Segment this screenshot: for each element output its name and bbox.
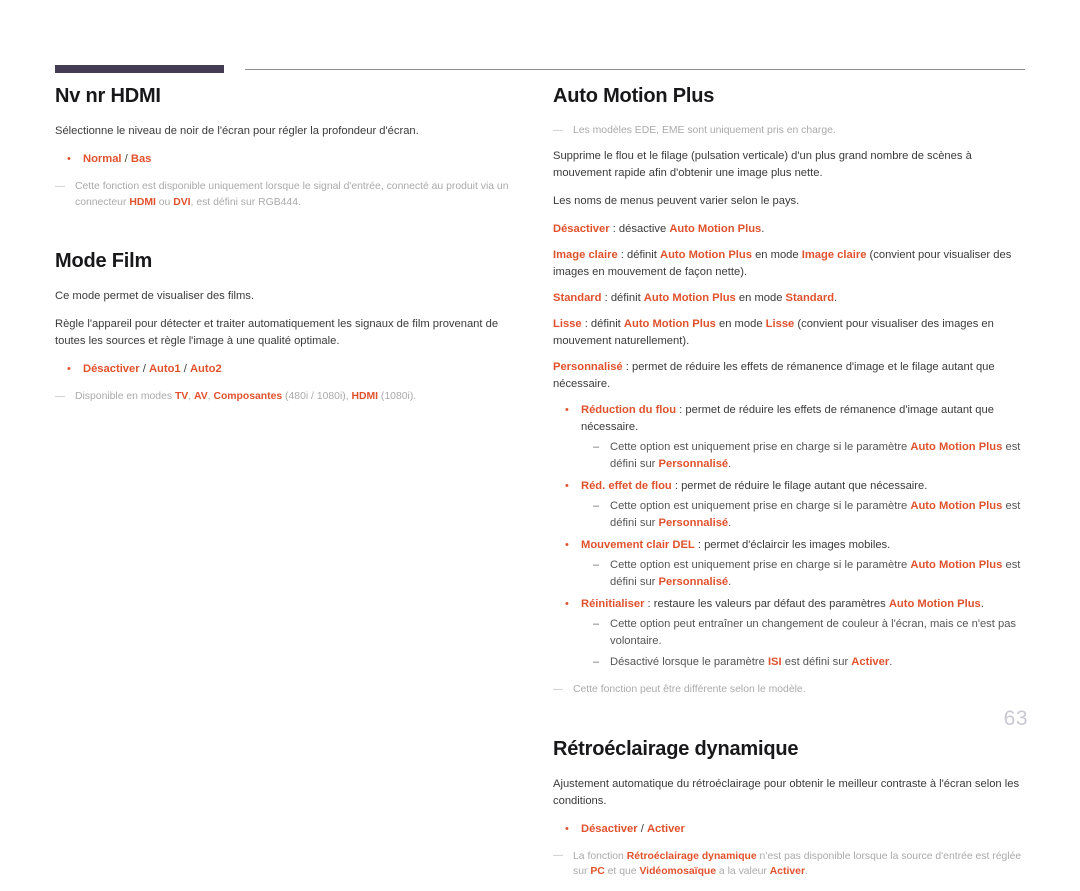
- intro-text: Sélectionne le niveau de noir de l'écran…: [55, 125, 419, 137]
- list-item: Désactiver / Activer: [553, 821, 1023, 838]
- sub-option-label: Réd. effet de flou : permet de réduire l…: [581, 479, 928, 492]
- list-item: Désactivé lorsque le paramètre ISI est d…: [581, 654, 1023, 671]
- sub-note-list: Cette option est uniquement prise en cha…: [581, 439, 1023, 473]
- page-title-mode-film: Mode Film: [55, 250, 153, 273]
- option-values: Désactiver / Auto1 / Auto2: [83, 363, 222, 376]
- mode-description: Standard : définit Auto Motion Plus en m…: [553, 291, 838, 304]
- list-item: Normal / Bas: [55, 151, 525, 168]
- page-number: 63: [1003, 707, 1028, 730]
- section-retroeclairage-dynamique: Rétroéclairage dynamique Ajustement auto…: [553, 737, 1023, 880]
- note-model-difference: Cette fonction peut être différente selo…: [553, 682, 1023, 698]
- list-item: Cette option est uniquement prise en cha…: [581, 498, 1023, 532]
- list-item: Cette option est uniquement prise en cha…: [581, 557, 1023, 591]
- mode-description: Désactiver : désactive Auto Motion Plus.: [553, 222, 765, 235]
- option-values: Désactiver / Activer: [581, 822, 685, 835]
- option-values: Normal / Bas: [83, 153, 152, 166]
- right-column: Auto Motion Plus Les modèles EDE, EME so…: [553, 84, 1023, 891]
- note-supported-models: Les modèles EDE, EME sont uniquement pri…: [553, 123, 1023, 139]
- list-item: Cette option peut entraîner un changemen…: [581, 616, 1023, 650]
- list-item: Réd. effet de flou : permet de réduire l…: [553, 478, 1023, 532]
- note-retroeclairage: La fonction Rétroéclairage dynamique n'e…: [553, 848, 1023, 880]
- mode-description: Lisse : définit Auto Motion Plus en mode…: [553, 317, 994, 347]
- list-item: Mouvement clair DEL : permet d'éclaircir…: [553, 537, 1023, 591]
- two-column-layout: Nv nr HDMI Sélectionne le niveau de noir…: [0, 84, 1080, 891]
- paragraph: Les noms de menus peuvent varier selon l…: [553, 194, 800, 207]
- page-title-nv-nr-hdmi: Nv nr HDMI: [55, 85, 161, 107]
- page-title-retroeclairage: Rétroéclairage dynamique: [553, 737, 799, 760]
- sub-note-list: Cette option est uniquement prise en cha…: [581, 498, 1023, 532]
- page-content: Nv nr HDMI Sélectionne le niveau de noir…: [0, 84, 1080, 891]
- sub-option-list: Réduction du flou : permet de réduire le…: [553, 402, 1023, 671]
- list-item: Réinitialiser : restaure les valeurs par…: [553, 596, 1023, 671]
- sub-option-label: Réinitialiser : restaure les valeurs par…: [581, 597, 984, 610]
- sub-note-list: Cette option est uniquement prise en cha…: [581, 557, 1023, 591]
- section-mode-film: Mode Film Ce mode permet de visualiser d…: [55, 249, 525, 405]
- paragraph: Supprime le flou et le filage (pulsation…: [553, 149, 972, 179]
- note-mode-film: Disponible en modes TV, AV, Composantes …: [55, 389, 525, 405]
- sub-option-label: Réduction du flou : permet de réduire le…: [581, 403, 994, 433]
- page-title-auto-motion-plus: Auto Motion Plus: [553, 85, 715, 107]
- left-column: Nv nr HDMI Sélectionne le niveau de noir…: [55, 84, 525, 416]
- section-nv-nr-hdmi: Nv nr HDMI Sélectionne le niveau de noir…: [55, 84, 525, 210]
- intro-text: Ajustement automatique du rétroéclairage…: [553, 777, 1020, 807]
- header-rule: [55, 65, 1025, 75]
- option-list-mode-film: Désactiver / Auto1 / Auto2: [55, 361, 525, 378]
- sub-option-label: Mouvement clair DEL : permet d'éclaircir…: [581, 538, 891, 551]
- list-item: Désactiver / Auto1 / Auto2: [55, 361, 525, 378]
- paragraph: Règle l'appareil pour détecter et traite…: [55, 318, 499, 348]
- header-thin-line: [245, 69, 1025, 70]
- list-item: Réduction du flou : permet de réduire le…: [553, 402, 1023, 473]
- header-accent-bar: [55, 65, 224, 73]
- paragraph: Ce mode permet de visualiser des films.: [55, 290, 254, 303]
- mode-description-list: Désactiver : désactive Auto Motion Plus.…: [553, 221, 1023, 393]
- note-hdmi-level: Cette fonction est disponible uniquement…: [55, 179, 525, 210]
- sub-note-list: Cette option peut entraîner un changemen…: [581, 616, 1023, 671]
- mode-description: Personnalisé : permet de réduire les eff…: [553, 360, 995, 390]
- mode-description: Image claire : définit Auto Motion Plus …: [553, 248, 1012, 278]
- list-item: Cette option est uniquement prise en cha…: [581, 439, 1023, 473]
- option-list-retroeclairage: Désactiver / Activer: [553, 821, 1023, 838]
- section-auto-motion-plus: Auto Motion Plus Les modèles EDE, EME so…: [553, 84, 1023, 698]
- option-list-hdmi-level: Normal / Bas: [55, 151, 525, 168]
